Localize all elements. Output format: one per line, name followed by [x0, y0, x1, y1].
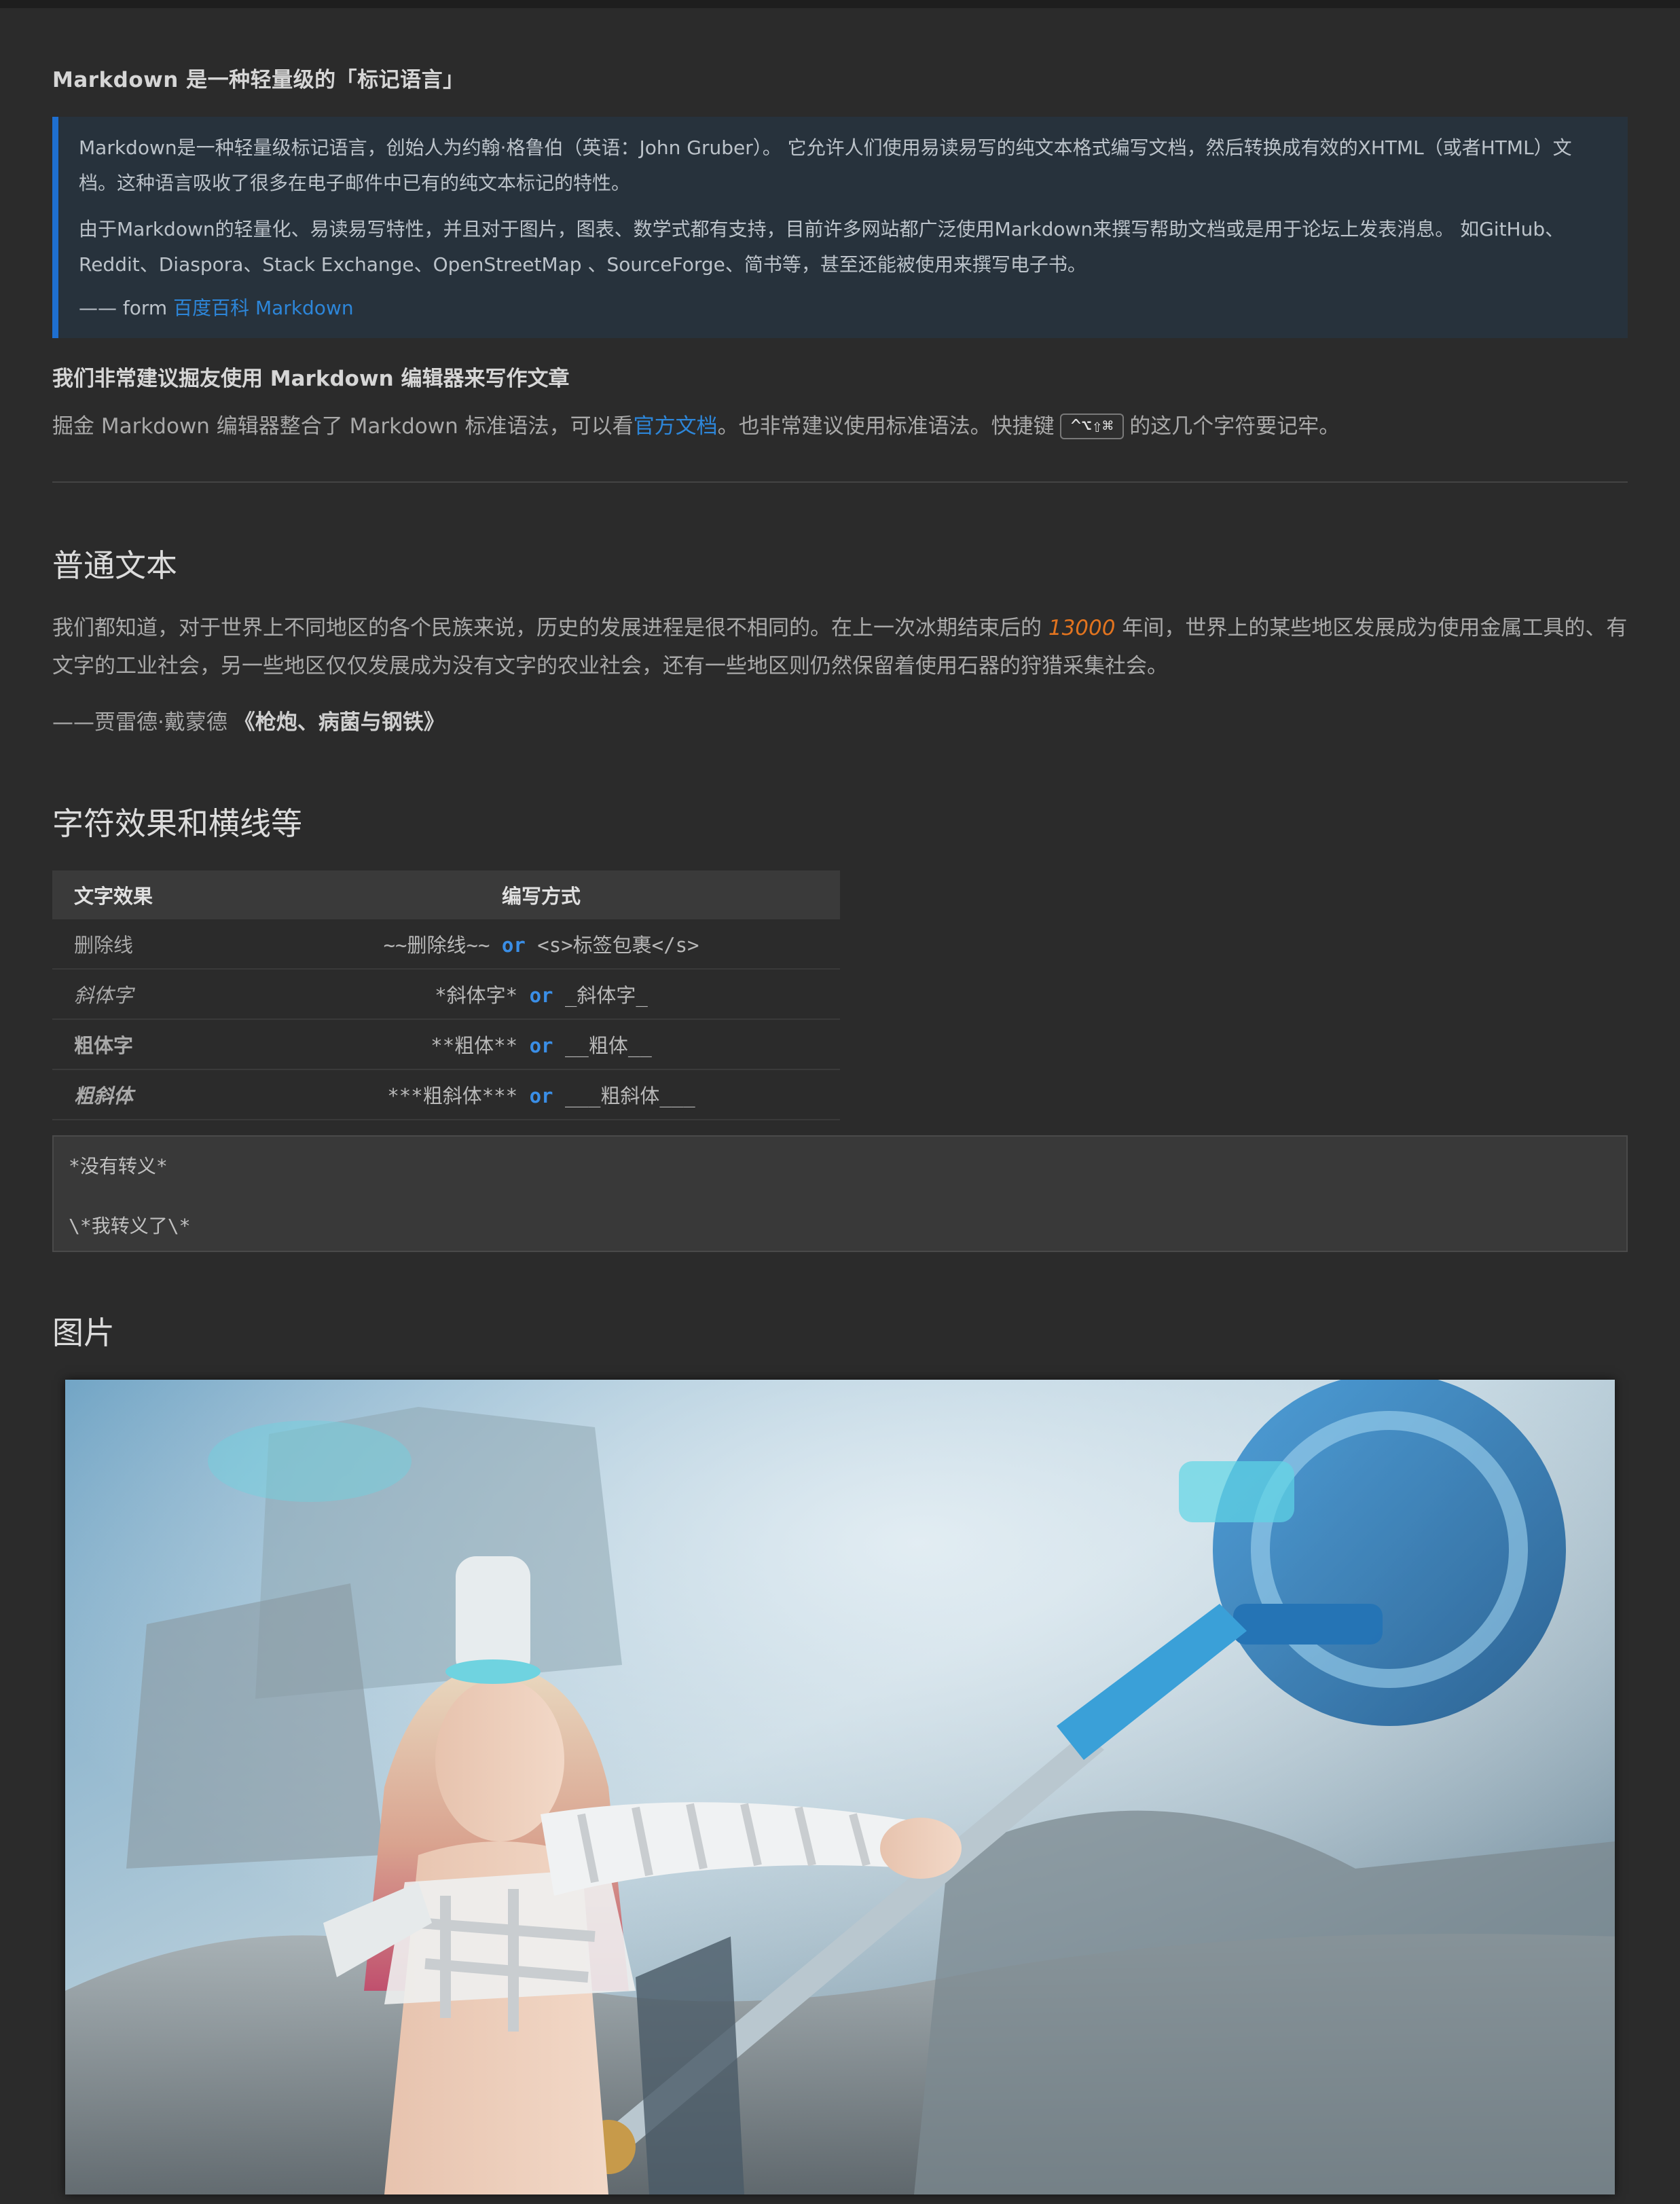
table-row: 删除线 ~~删除线~~ or <s>标签包裹</s> — [52, 919, 840, 970]
table-header-syntax: 编写方式 — [243, 870, 840, 919]
syntax-cell: **粗体** or __粗体__ — [243, 1019, 840, 1070]
recommend-text-3: 的这几个字符要记牢。 — [1129, 414, 1340, 439]
syntax-a: ***粗斜体*** — [387, 1084, 518, 1107]
or-keyword: or — [529, 984, 553, 1007]
table-header-row: 文字效果 编写方式 — [52, 870, 840, 919]
official-docs-link[interactable]: 官方文档 — [634, 414, 718, 439]
effects-heading: 字符效果和横线等 — [52, 805, 302, 842]
or-keyword: or — [501, 934, 526, 957]
attribution-book: 《枪炮、病菌与钢铁》 — [234, 710, 445, 735]
recommend-text-1: 掘金 Markdown 编辑器整合了 Markdown 标准语法，可以看 — [52, 414, 634, 439]
effect-italic: 斜体字 — [52, 969, 244, 1020]
syntax-cell: ***粗斜体*** or ___粗斜体___ — [243, 1069, 840, 1120]
syntax-b: __粗体__ — [564, 1034, 652, 1057]
editor-preview-page: Markdown 是一种轻量级的「标记语言」 Markdown是一种轻量级标记语… — [0, 0, 1680, 2204]
table-header-effect: 文字效果 — [52, 870, 244, 919]
code-line-1: *没有转义* — [69, 1155, 168, 1177]
horizontal-rule — [52, 481, 1628, 483]
blockquote-paragraph-1: Markdown是一种轻量级标记语言，创始人为约翰·格鲁伯（英语：John Gr… — [79, 136, 1572, 194]
recommend-text-2: 。也非常建议使用标准语法。快捷键 — [717, 414, 1055, 439]
syntax-a: ~~删除线~~ — [383, 934, 490, 957]
illustration-image — [65, 1380, 1615, 2194]
intro-blockquote: Markdown是一种轻量级标记语言，创始人为约翰·格鲁伯（英语：John Gr… — [52, 117, 1628, 338]
syntax-b: _斜体字_ — [564, 984, 648, 1007]
blockquote-paragraph-2: 由于Markdown的轻量化、易读易写特性，并且对于图片，图表、数学式都有支持，… — [79, 218, 1565, 276]
syntax-cell: ~~删除线~~ or <s>标签包裹</s> — [243, 919, 840, 970]
attribution-author: ——贾雷德·戴蒙德 — [52, 710, 227, 735]
or-keyword: or — [529, 1084, 553, 1107]
or-keyword: or — [529, 1034, 553, 1057]
effect-bold: 粗体字 — [52, 1019, 244, 1070]
blockquote-source-prefix: —— form — [79, 297, 174, 319]
effect-bold-italic: 粗斜体 — [52, 1069, 244, 1120]
table-row: 粗体字 **粗体** or __粗体__ — [52, 1019, 840, 1070]
syntax-a: **粗体** — [431, 1034, 518, 1057]
attribution: ——贾雷德·戴蒙德 《枪炮、病菌与钢铁》 — [52, 705, 445, 735]
code-line-2: \*我转义了\* — [69, 1215, 191, 1237]
recommend-paragraph: 掘金 Markdown 编辑器整合了 Markdown 标准语法，可以看官方文档… — [52, 409, 1340, 439]
plain-text-heading: 普通文本 — [52, 547, 177, 584]
plain-text-paragraph: 我们都知道，对于世界上不同地区的各个民族来说，历史的发展进程是很不相同的。在上一… — [52, 609, 1628, 685]
table-row: 粗斜体 ***粗斜体*** or ___粗斜体___ — [52, 1069, 840, 1120]
table-row: 斜体字 *斜体字* or _斜体字_ — [52, 969, 840, 1020]
effect-strikethrough: 删除线 — [52, 919, 244, 970]
syntax-a: *斜体字* — [435, 984, 518, 1007]
baidu-baike-link[interactable]: 百度百科 Markdown — [173, 297, 354, 319]
recommend-heading: 我们非常建议掘友使用 Markdown 编辑器来写作文章 — [52, 367, 570, 391]
doc-title: Markdown 是一种轻量级的「标记语言」 — [52, 68, 464, 92]
blockquote-source: —— form 百度百科 Markdown — [79, 293, 1607, 320]
escape-code-block[interactable]: *没有转义* \*我转义了\* — [52, 1135, 1628, 1252]
syntax-b: ___粗斜体___ — [564, 1084, 695, 1107]
syntax-b: <s>标签包裹</s> — [537, 934, 699, 957]
emphasized-number: 13000 — [1048, 616, 1116, 640]
image-heading: 图片 — [52, 1315, 115, 1351]
effects-table: 文字效果 编写方式 删除线 ~~删除线~~ or <s>标签包裹</s> 斜体字… — [52, 870, 840, 1120]
shortcut-kbd: ^⌥⇧⌘ — [1059, 414, 1125, 439]
plain-text-part-1: 我们都知道，对于世界上不同地区的各个民族来说，历史的发展进程是很不相同的。在上一… — [52, 616, 1042, 640]
syntax-cell: *斜体字* or _斜体字_ — [243, 969, 840, 1020]
illustration-artwork — [65, 1380, 1615, 2194]
